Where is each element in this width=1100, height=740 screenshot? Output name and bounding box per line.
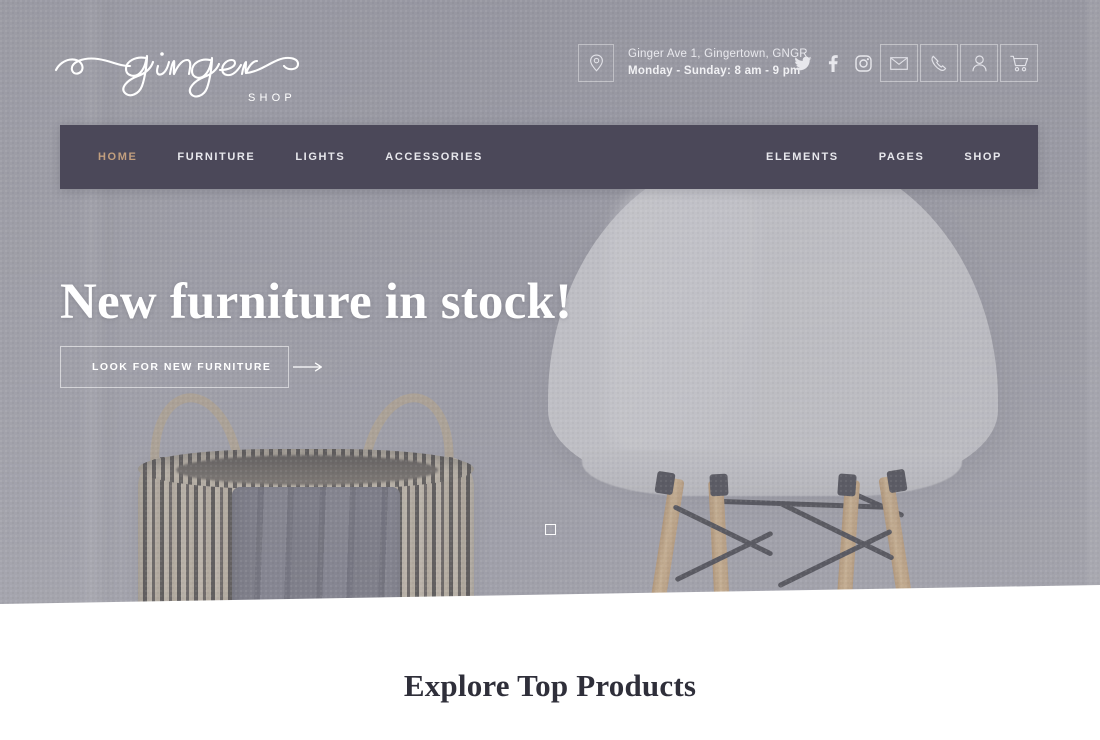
logo-script-icon xyxy=(54,52,300,98)
nav-item-accessories[interactable]: ACCESSORIES xyxy=(365,151,503,163)
section-heading: Explore Top Products xyxy=(403,668,697,703)
email-icon[interactable] xyxy=(880,44,918,82)
user-account-icon[interactable] xyxy=(960,44,998,82)
nav-item-lights[interactable]: LIGHTS xyxy=(275,151,365,163)
logo-tagline: SHOP xyxy=(248,92,296,104)
contact-text: Ginger Ave 1, Gingertown, GNGR Monday - … xyxy=(628,46,808,79)
arrow-right-icon xyxy=(293,362,323,372)
nav-item-pages[interactable]: PAGES xyxy=(859,151,945,163)
page-root: SHOP Ginger Ave 1, Gingertown, GNGR Mond… xyxy=(0,0,1100,740)
main-navigation: HOME FURNITURE LIGHTS ACCESSORIES ELEMEN… xyxy=(60,125,1038,189)
twitter-icon[interactable] xyxy=(788,44,818,82)
nav-secondary-group: ELEMENTS PAGES SHOP xyxy=(746,151,1022,163)
hero-title: New furniture in stock! xyxy=(60,274,573,330)
nav-item-elements[interactable]: ELEMENTS xyxy=(746,151,859,163)
map-pin-icon xyxy=(578,44,614,82)
instagram-icon[interactable] xyxy=(848,44,878,82)
nav-primary-group: HOME FURNITURE LIGHTS ACCESSORIES xyxy=(78,151,503,163)
top-products-section: Explore Top Products xyxy=(0,610,1100,740)
nav-item-home[interactable]: HOME xyxy=(78,151,157,163)
site-logo[interactable]: SHOP xyxy=(52,28,312,110)
hero-cta-button[interactable]: LOOK FOR NEW FURNITURE xyxy=(60,346,323,388)
hero-cta-label: LOOK FOR NEW FURNITURE xyxy=(92,361,272,373)
nav-item-shop[interactable]: SHOP xyxy=(944,151,1022,163)
phone-icon[interactable] xyxy=(920,44,958,82)
hero-content: SHOP Ginger Ave 1, Gingertown, GNGR Mond… xyxy=(0,0,1100,604)
header-icon-row xyxy=(788,44,1038,82)
slider-dot-1[interactable] xyxy=(544,524,556,535)
contact-address: Ginger Ave 1, Gingertown, GNGR xyxy=(628,48,808,61)
nav-item-furniture[interactable]: FURNITURE xyxy=(157,151,275,163)
slider-pagination xyxy=(0,524,1100,535)
shopping-cart-icon[interactable] xyxy=(1000,44,1038,82)
contact-info: Ginger Ave 1, Gingertown, GNGR Monday - … xyxy=(578,44,808,82)
hero-slider: SHOP Ginger Ave 1, Gingertown, GNGR Mond… xyxy=(0,0,1100,604)
contact-hours: Monday - Sunday: 8 am - 9 pm xyxy=(628,65,801,77)
facebook-icon[interactable] xyxy=(818,44,848,82)
